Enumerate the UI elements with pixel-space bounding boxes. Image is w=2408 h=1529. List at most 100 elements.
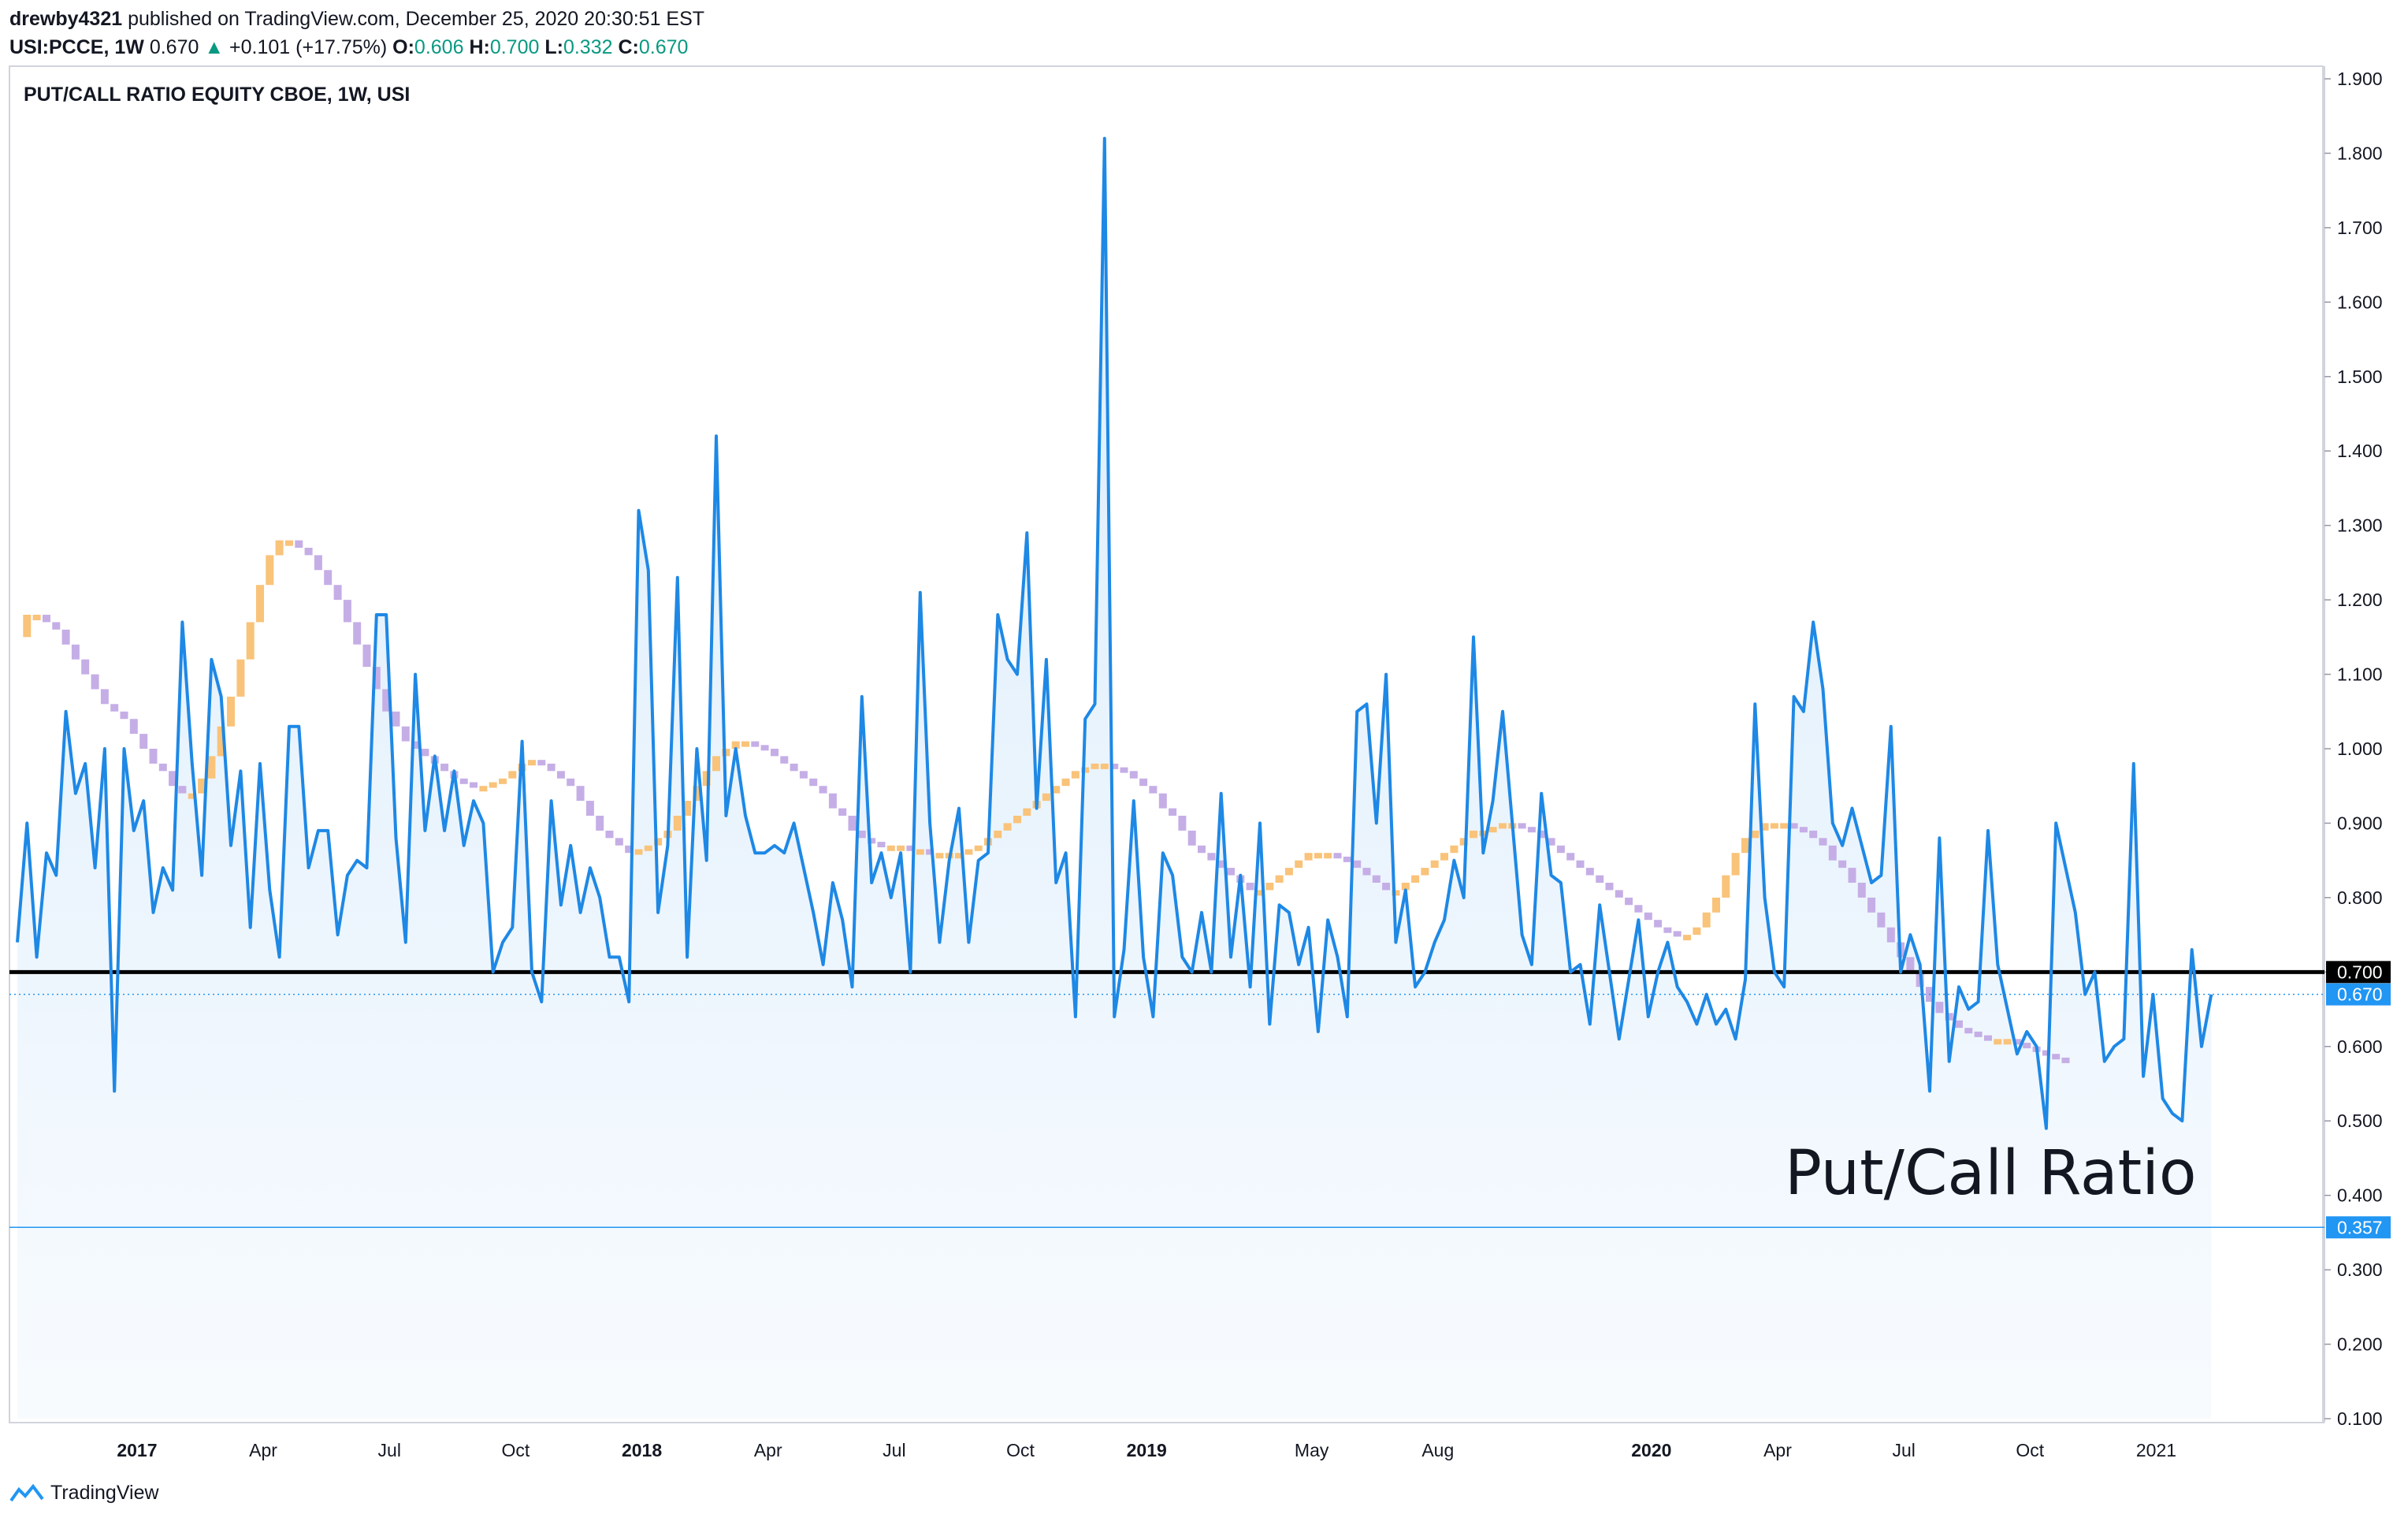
- ma-step: [877, 842, 886, 848]
- ma-step: [52, 622, 61, 630]
- series-area-fill: [17, 138, 2212, 1419]
- ma-step: [1634, 905, 1643, 913]
- ma-step: [304, 548, 313, 556]
- ma-step: [333, 585, 342, 601]
- ma-step: [1362, 868, 1371, 876]
- x-tick-label: Apr: [1763, 1440, 1792, 1460]
- ma-step: [1556, 845, 1565, 854]
- ma-step: [275, 540, 284, 556]
- ma-step: [1974, 1031, 1983, 1037]
- ma-step: [886, 845, 895, 851]
- ma-step: [1935, 1002, 1944, 1014]
- ma-step: [1615, 890, 1623, 898]
- ma-step: [1799, 827, 1808, 833]
- ma-step: [2023, 1043, 2031, 1049]
- ma-step: [2052, 1054, 2061, 1060]
- y-tick-label: 1.300: [2337, 515, 2383, 536]
- y-tick-label: 0.200: [2337, 1334, 2383, 1355]
- y-tick-label: 0.500: [2337, 1110, 2383, 1131]
- ma-step: [1440, 853, 1448, 861]
- ma-step: [1314, 853, 1322, 859]
- ma-step: [1770, 823, 1778, 829]
- ma-step: [1654, 920, 1663, 928]
- ma-step: [1411, 875, 1420, 883]
- ma-step: [1877, 912, 1886, 928]
- y-tick-label: 1.900: [2337, 69, 2383, 89]
- ma-step: [508, 771, 517, 779]
- ma-step: [819, 786, 827, 794]
- ma-step: [528, 760, 536, 766]
- ma-step: [828, 793, 837, 809]
- ma-step: [556, 771, 565, 779]
- ma-step: [1284, 868, 1293, 876]
- ma-step: [421, 749, 429, 757]
- ma-step: [605, 830, 614, 839]
- ma-step: [100, 689, 109, 705]
- ma-step: [1430, 860, 1439, 869]
- ma-step: [1585, 868, 1594, 876]
- ma-step: [1061, 778, 1070, 787]
- ma-step: [256, 585, 264, 623]
- ma-step: [1693, 927, 1701, 936]
- ma-step: [1605, 883, 1614, 891]
- ma-step: [1488, 827, 1497, 833]
- ma-step: [1906, 957, 1915, 973]
- ma-step: [479, 786, 488, 792]
- ma-step: [1333, 853, 1342, 859]
- ma-step: [324, 570, 333, 586]
- ma-step: [1295, 860, 1303, 869]
- ma-step: [1187, 830, 1196, 846]
- ma-step: [809, 778, 818, 787]
- ma-step: [1207, 853, 1216, 861]
- ma-step: [32, 615, 41, 620]
- ma-step: [1625, 897, 1633, 906]
- y-tick-label: 0.400: [2337, 1185, 2383, 1206]
- ma-step: [158, 763, 167, 772]
- ma-step: [440, 763, 449, 772]
- ma-step: [1091, 763, 1099, 769]
- x-tick-label: 2019: [1127, 1440, 1167, 1460]
- ma-step: [61, 629, 70, 645]
- ma-step: [1158, 793, 1167, 809]
- ma-step: [857, 830, 866, 839]
- y-tick-label: 0.800: [2337, 887, 2383, 908]
- x-tick-label: Oct: [1006, 1440, 1035, 1460]
- ma-step: [1576, 860, 1585, 869]
- y-tick-label: 1.800: [2337, 143, 2383, 163]
- x-tick-label: Apr: [249, 1440, 277, 1460]
- ma-step: [1683, 935, 1691, 941]
- x-tick-label: Oct: [2016, 1440, 2044, 1460]
- y-tick-label: 1.700: [2337, 218, 2383, 238]
- x-tick-label: May: [1295, 1440, 1329, 1460]
- ma-step: [459, 778, 468, 784]
- ma-step: [974, 845, 983, 851]
- ma-step: [1984, 1035, 1992, 1041]
- price-chart[interactable]: PUT/CALL RATIO EQUITY CBOE, 1W, USI 1.900…: [0, 0, 2408, 1529]
- ma-step: [1828, 845, 1837, 861]
- ma-step: [1304, 853, 1313, 861]
- x-tick-label: 2017: [117, 1440, 157, 1460]
- brand-name[interactable]: TradingView: [50, 1482, 159, 1505]
- ma-step: [1275, 875, 1284, 883]
- ma-step: [741, 741, 749, 747]
- ma-step: [1139, 778, 1148, 787]
- ma-step: [1343, 856, 1351, 862]
- ma-step: [1780, 823, 1789, 829]
- x-tick-label: Aug: [1421, 1440, 1454, 1460]
- ma-step: [537, 760, 546, 766]
- ma-step: [1149, 786, 1158, 794]
- ma-step: [295, 540, 303, 548]
- ma-step: [392, 711, 400, 727]
- ma-step: [489, 782, 497, 788]
- ma-step: [751, 741, 760, 747]
- ma-step: [401, 726, 410, 742]
- ma-step: [994, 830, 1002, 839]
- ma-step: [1867, 897, 1876, 913]
- y-tick-label: 0.900: [2337, 813, 2383, 833]
- ma-step: [353, 622, 362, 645]
- y-tick-label: 1.600: [2337, 292, 2383, 312]
- x-tick-label: Jul: [1892, 1440, 1915, 1460]
- y-tick-label: 1.200: [2337, 590, 2383, 610]
- ma-step: [1741, 838, 1749, 854]
- x-tick-label: Apr: [754, 1440, 782, 1460]
